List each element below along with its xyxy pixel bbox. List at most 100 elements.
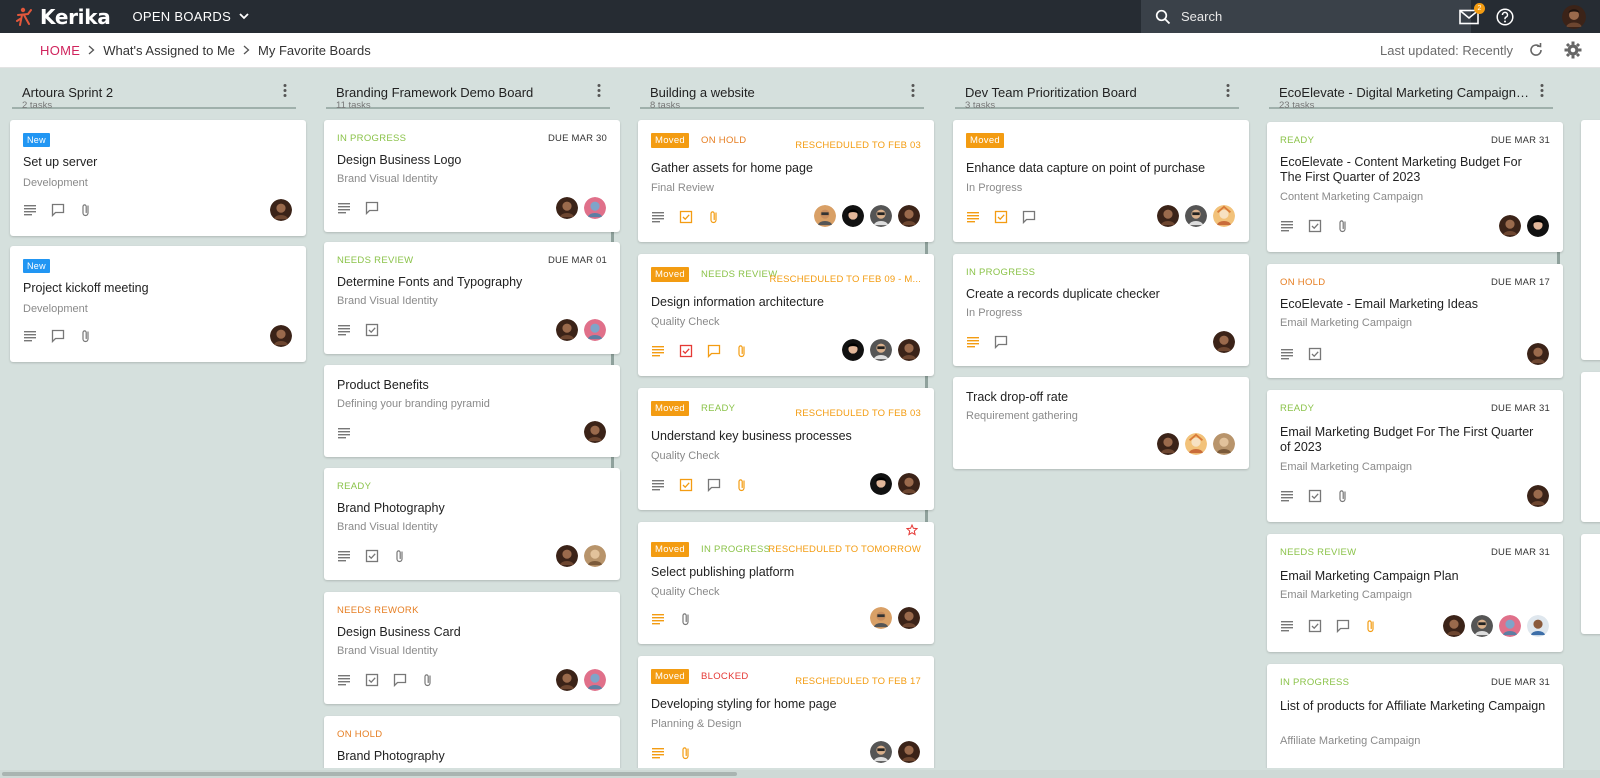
star-icon[interactable] xyxy=(906,524,918,536)
breadcrumb-assigned[interactable]: What's Assigned to Me xyxy=(103,43,235,58)
task-card[interactable]: NEEDS REVIEW DUE MAR 31 Email Marketing … xyxy=(1267,534,1563,652)
avatar[interactable] xyxy=(1156,204,1180,228)
status-label: NEEDS REVIEW xyxy=(337,255,414,266)
task-card[interactable]: READY Brand Photography Brand Visual Ide… xyxy=(324,468,620,580)
notifications-button[interactable]: 2 xyxy=(1458,3,1485,28)
description-icon xyxy=(337,426,351,440)
reschedule-label: RESCHEDULED TO FEB 03 xyxy=(795,408,921,419)
avatar[interactable] xyxy=(1498,214,1522,238)
avatar[interactable] xyxy=(841,338,865,362)
more-vert-icon[interactable] xyxy=(596,84,602,98)
task-card[interactable]: NEEDS REWORK Design Business Card Brand … xyxy=(324,592,620,704)
search-input[interactable] xyxy=(1181,9,1441,24)
avatar[interactable] xyxy=(1526,484,1550,508)
task-card[interactable] xyxy=(1581,372,1600,522)
task-card[interactable]: New Project kickoff meeting Development xyxy=(10,246,306,362)
task-card[interactable]: Moved ON HOLD RESCHEDULED TO FEB 03 Gathe… xyxy=(638,120,934,242)
task-card[interactable]: New Set up server Development xyxy=(10,120,306,236)
avatar[interactable] xyxy=(897,740,921,764)
column-header[interactable]: Branding Framework Demo Board 11 tasks xyxy=(326,82,610,111)
task-card[interactable]: Moved NEEDS REVIEW RESCHEDULED TO FEB 09 … xyxy=(638,254,934,376)
avatar[interactable] xyxy=(555,318,579,342)
task-card[interactable]: Moved READY RESCHEDULED TO FEB 03 Underst… xyxy=(638,388,934,510)
task-card[interactable]: IN PROGRESS DUE MAR 30 Design Business L… xyxy=(324,120,620,232)
task-card[interactable]: Moved BLOCKED RESCHEDULED TO FEB 17 Devel… xyxy=(638,656,934,768)
avatar[interactable] xyxy=(1212,432,1236,456)
avatar[interactable] xyxy=(583,668,607,692)
task-card[interactable]: IN PROGRESS Create a records duplicate c… xyxy=(953,254,1249,366)
card-subtitle: Development xyxy=(23,303,88,315)
task-card[interactable]: ON HOLD Brand Photography xyxy=(324,716,620,768)
avatar[interactable] xyxy=(269,198,293,222)
column-header[interactable]: Building a website 8 tasks xyxy=(640,82,924,111)
gear-icon xyxy=(1564,41,1582,59)
avatar[interactable] xyxy=(869,740,893,764)
refresh-button[interactable] xyxy=(1528,42,1544,63)
avatar[interactable] xyxy=(869,204,893,228)
card-subtitle: Brand Visual Identity xyxy=(337,173,438,185)
task-card[interactable]: ON HOLD DUE MAR 17 EcoElevate - Email Ma… xyxy=(1267,264,1563,378)
avatar[interactable] xyxy=(869,338,893,362)
card-title: List of products for Affiliate Marketing… xyxy=(1280,699,1546,713)
avatar[interactable] xyxy=(1184,432,1208,456)
more-vert-icon[interactable] xyxy=(282,84,288,98)
avatar[interactable] xyxy=(1526,214,1550,238)
task-card[interactable]: IN PROGRESS DUE MAR 31 List of products … xyxy=(1267,664,1563,768)
more-vert-icon[interactable] xyxy=(1539,84,1545,98)
avatar[interactable] xyxy=(897,338,921,362)
card-title: EcoElevate - Email Marketing Ideas xyxy=(1280,297,1479,311)
open-boards-menu[interactable]: OPEN BOARDS xyxy=(132,9,249,24)
search-box[interactable] xyxy=(1141,0,1471,33)
card-subtitle: Defining your branding pyramid xyxy=(337,398,490,410)
task-card[interactable]: Product Benefits Defining your branding … xyxy=(324,365,620,457)
column-header[interactable]: EcoElevate - Digital Marketing Campaign … xyxy=(1269,82,1553,111)
avatar[interactable] xyxy=(869,606,893,630)
avatar[interactable] xyxy=(1526,614,1550,638)
avatar[interactable] xyxy=(583,420,607,444)
avatar[interactable] xyxy=(1156,432,1180,456)
column-header[interactable]: Dev Team Prioritization Board 3 tasks xyxy=(955,82,1239,111)
avatar[interactable] xyxy=(555,668,579,692)
avatar[interactable] xyxy=(897,606,921,630)
card-title: Enhance data capture on point of purchas… xyxy=(966,161,1206,175)
breadcrumb-favorites[interactable]: My Favorite Boards xyxy=(258,43,371,58)
avatar[interactable] xyxy=(869,472,893,496)
user-avatar[interactable] xyxy=(1562,5,1586,29)
avatar[interactable] xyxy=(583,544,607,568)
avatar[interactable] xyxy=(1498,614,1522,638)
avatar[interactable] xyxy=(1442,614,1466,638)
task-card[interactable]: Track drop-off rate Requirement gatherin… xyxy=(953,377,1249,469)
settings-button[interactable] xyxy=(1564,41,1582,64)
avatar[interactable] xyxy=(583,196,607,220)
more-vert-icon[interactable] xyxy=(1225,84,1231,98)
avatar[interactable] xyxy=(555,196,579,220)
task-card[interactable]: NEEDS REVIEW DUE MAR 01 Determine Fonts … xyxy=(324,242,620,354)
breadcrumb-home[interactable]: HOME xyxy=(40,43,80,58)
avatar[interactable] xyxy=(269,324,293,348)
avatar[interactable] xyxy=(583,318,607,342)
avatar[interactable] xyxy=(1470,614,1494,638)
kerika-logo[interactable]: Kerika xyxy=(16,5,111,29)
task-card[interactable] xyxy=(1581,120,1600,360)
help-button[interactable] xyxy=(1494,6,1516,28)
task-card[interactable]: Moved Enhance data capture on point of p… xyxy=(953,120,1249,242)
more-vert-icon[interactable] xyxy=(910,84,916,98)
avatar[interactable] xyxy=(897,204,921,228)
avatar[interactable] xyxy=(1212,330,1236,354)
description-icon xyxy=(651,612,665,626)
avatar[interactable] xyxy=(897,472,921,496)
avatar[interactable] xyxy=(555,544,579,568)
task-card[interactable]: READY DUE MAR 31 EcoElevate - Content Ma… xyxy=(1267,122,1563,252)
avatar[interactable] xyxy=(841,204,865,228)
horizontal-scrollbar-thumb[interactable] xyxy=(2,772,737,776)
avatar[interactable] xyxy=(1184,204,1208,228)
card-title: Brand Photography xyxy=(337,749,445,763)
task-card[interactable]: Moved IN PROGRESS RESCHEDULED TO TOMORROW… xyxy=(638,522,934,644)
horizontal-scrollbar-track[interactable] xyxy=(0,770,1600,778)
task-card[interactable] xyxy=(1581,534,1600,634)
avatar[interactable] xyxy=(1212,204,1236,228)
task-card[interactable]: READY DUE MAR 31 Email Marketing Budget … xyxy=(1267,390,1563,522)
column-header[interactable]: Artoura Sprint 2 2 tasks xyxy=(12,82,296,111)
avatar[interactable] xyxy=(1526,342,1550,366)
avatar[interactable] xyxy=(813,204,837,228)
